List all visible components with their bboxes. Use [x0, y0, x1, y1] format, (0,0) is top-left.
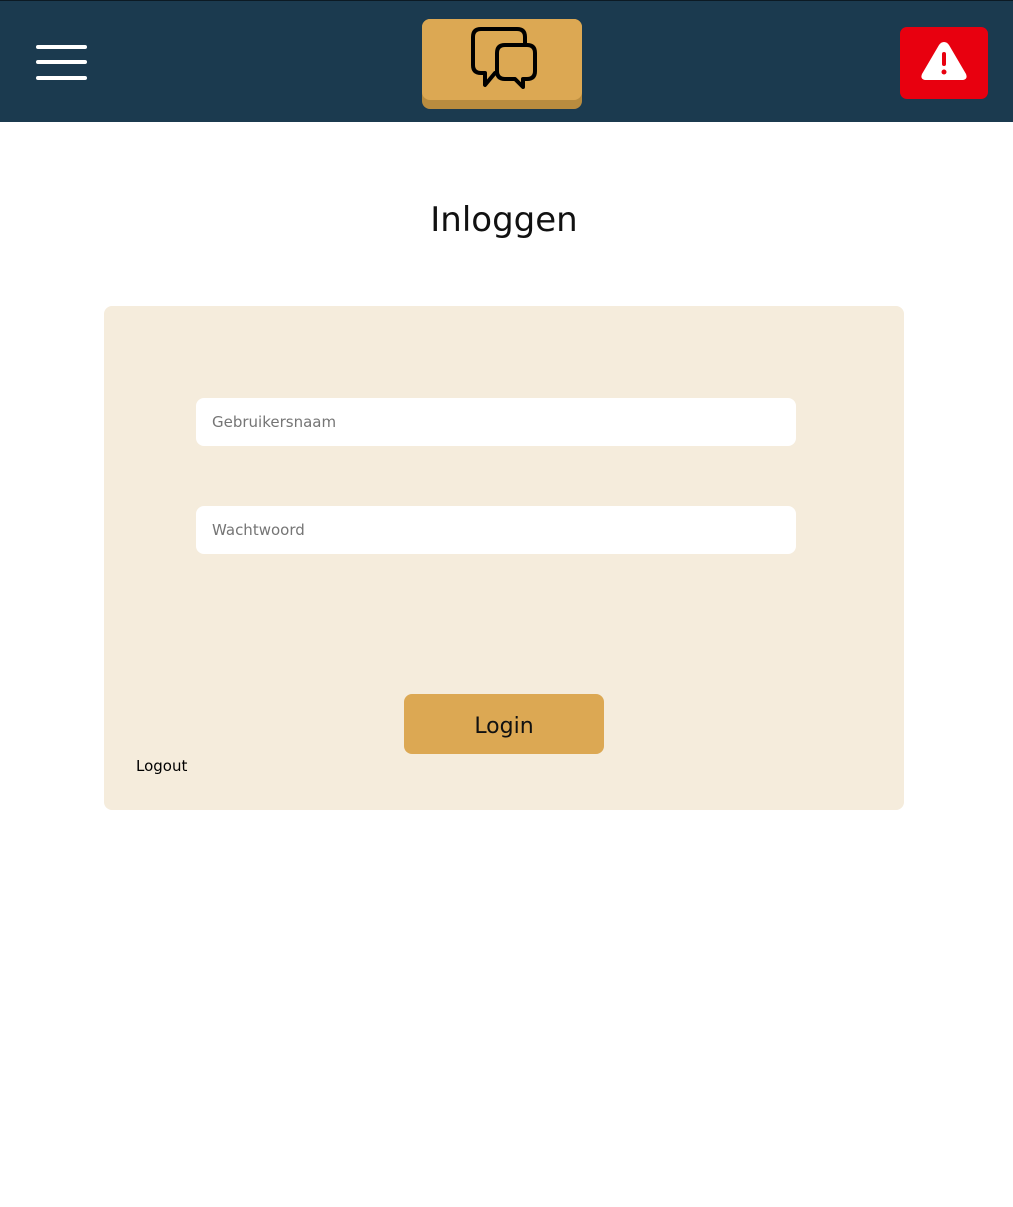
menu-bar	[36, 45, 87, 49]
menu-bar	[36, 60, 87, 64]
username-field[interactable]	[196, 398, 796, 446]
warning-triangle-icon	[921, 42, 967, 80]
login-button[interactable]: Login	[404, 694, 604, 754]
menu-bar	[36, 76, 87, 80]
hamburger-menu-icon[interactable]	[36, 43, 88, 83]
chat-bubbles-icon	[471, 27, 537, 89]
logout-link[interactable]: Logout	[136, 757, 187, 775]
page-title: Inloggen	[430, 200, 578, 240]
login-card: Login Logout	[104, 306, 904, 810]
chat-button[interactable]	[422, 19, 582, 109]
top-header	[0, 0, 1013, 122]
password-field[interactable]	[196, 506, 796, 554]
alert-button[interactable]	[900, 27, 988, 99]
chat-button-face	[422, 19, 582, 100]
